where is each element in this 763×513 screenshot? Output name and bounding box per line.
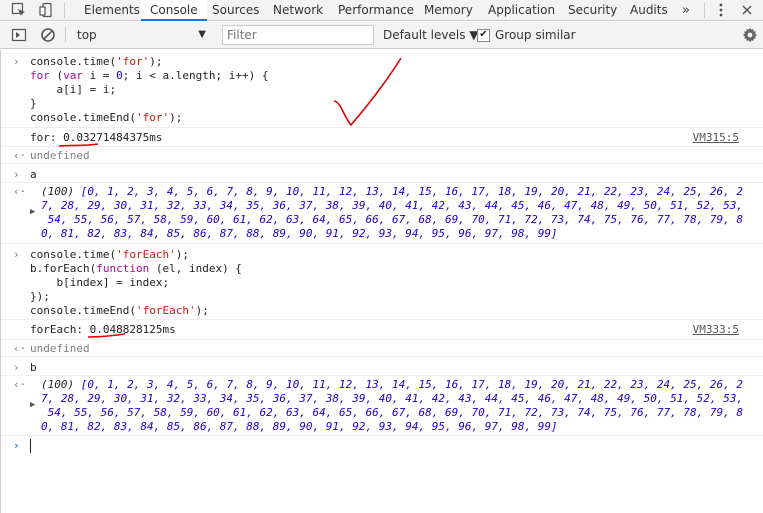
toolbar-divider <box>64 3 65 18</box>
input-prompt-icon: › <box>13 55 20 68</box>
tab-application[interactable]: Application <box>488 0 555 21</box>
return-arrow-icon: ‹· <box>13 149 27 162</box>
code-line: } <box>30 97 37 110</box>
code-line: console.time('forEach'); <box>30 248 189 261</box>
console-input-entry: › a <box>1 164 763 183</box>
tab-elements[interactable]: Elements <box>84 0 140 21</box>
kebab-menu-icon[interactable] <box>712 2 730 18</box>
array-preview-line: 0, 81, 82, 83, 84, 85, 86, 87, 88, 89, 9… <box>41 420 558 433</box>
array-preview-line: 54, 55, 56, 57, 58, 59, 60, 61, 62, 63, … <box>41 406 743 419</box>
console-array-entry[interactable]: ‹· (100) [0, 1, 2, 3, 4, 5, 6, 7, 8, 9, … <box>1 376 763 436</box>
array-count: (100) <box>41 185 75 198</box>
close-icon[interactable] <box>738 2 756 18</box>
code-line: a <box>30 168 37 181</box>
code-line: console.timeEnd('for'); <box>30 111 183 124</box>
text-cursor <box>30 439 31 453</box>
tab-sources[interactable]: Sources <box>212 0 259 21</box>
tab-security[interactable]: Security <box>568 0 617 21</box>
code-line: for (var i = 0; i < a.length; i++) { <box>30 69 269 82</box>
console-prompt[interactable]: › <box>1 436 763 456</box>
toolbar-divider <box>704 3 705 18</box>
devtools-tab-bar: Elements Console Sources Network Perform… <box>0 0 763 21</box>
console-log-entry: for: 0.03271484375ms VM315:5 <box>1 128 763 147</box>
more-tabs-icon[interactable]: » <box>682 0 690 21</box>
code-line: console.timeEnd('forEach'); <box>30 304 209 317</box>
code-line: b <box>30 361 37 374</box>
tab-console[interactable]: Console <box>141 0 207 21</box>
group-similar-label: Group similar <box>495 28 576 42</box>
toolbar-divider <box>65 27 66 42</box>
input-prompt-icon: › <box>13 361 20 374</box>
code-line: }); <box>30 290 50 303</box>
log-message: for: 0.03271484375ms <box>30 131 163 144</box>
context-selector[interactable]: top ▼ <box>72 25 212 45</box>
return-arrow-icon: ‹· <box>13 378 27 391</box>
expand-triangle-icon[interactable]: ▶ <box>30 400 35 410</box>
console-input-entry: › b <box>1 357 763 376</box>
group-similar-checkbox[interactable]: ✔ <box>477 28 490 42</box>
console-input-entry: › console.time('for'); for (var i = 0; i… <box>1 50 763 128</box>
filter-input[interactable] <box>222 25 374 45</box>
expand-triangle-icon[interactable]: ▶ <box>30 207 35 217</box>
tab-performance[interactable]: Performance <box>338 0 414 21</box>
context-label: top <box>77 28 97 42</box>
return-arrow-icon: ‹· <box>13 342 27 355</box>
array-values: [0, 1, 2, 3, 4, 5, 6, 7, 8, 9, 10, 11, 1… <box>80 378 744 391</box>
group-similar-toggle[interactable]: ✔ Group similar <box>477 25 576 45</box>
return-arrow-icon: ‹· <box>13 185 27 198</box>
array-preview-line: 54, 55, 56, 57, 58, 59, 60, 61, 62, 63, … <box>41 213 743 226</box>
console-return-entry: ‹· undefined <box>1 340 763 357</box>
array-values: [0, 1, 2, 3, 4, 5, 6, 7, 8, 9, 10, 11, 1… <box>80 185 744 198</box>
tab-memory[interactable]: Memory <box>424 0 473 21</box>
source-link[interactable]: VM315:5 <box>693 131 739 144</box>
return-value: undefined <box>30 149 90 162</box>
array-preview-line: 7, 28, 29, 30, 31, 32, 33, 34, 35, 36, 3… <box>41 199 743 212</box>
console-array-entry[interactable]: ‹· (100) [0, 1, 2, 3, 4, 5, 6, 7, 8, 9, … <box>1 183 763 244</box>
tab-audits[interactable]: Audits <box>630 0 668 21</box>
tab-network[interactable]: Network <box>273 0 323 21</box>
console-toolbar: top ▼ Default levels ▼ ✔ Group similar <box>0 22 763 49</box>
show-sidebar-icon[interactable] <box>11 27 27 43</box>
code-line: b.forEach(function (el, index) { <box>30 262 242 275</box>
code-line: console.time('for'); <box>30 55 163 68</box>
code-line: b[index] = index; <box>30 276 170 289</box>
dropdown-arrow-icon: ▼ <box>198 29 206 40</box>
console-return-entry: ‹· undefined <box>1 147 763 164</box>
clear-console-icon[interactable] <box>40 27 56 43</box>
device-toolbar-icon[interactable] <box>38 2 56 18</box>
return-value: undefined <box>30 342 90 355</box>
console-input-entry: › console.time('forEach'); b.forEach(fun… <box>1 244 763 320</box>
settings-gear-icon[interactable] <box>742 27 758 43</box>
log-message: forEach: 0.048828125ms <box>30 323 176 336</box>
input-prompt-icon: › <box>13 248 20 261</box>
array-preview-line: (100) [0, 1, 2, 3, 4, 5, 6, 7, 8, 9, 10,… <box>41 185 743 198</box>
array-count: (100) <box>41 378 75 391</box>
inspect-element-icon[interactable] <box>10 2 28 18</box>
source-link[interactable]: VM333:5 <box>693 323 739 336</box>
array-preview-line: 7, 28, 29, 30, 31, 32, 33, 34, 35, 36, 3… <box>41 392 743 405</box>
input-prompt-icon: › <box>13 168 20 181</box>
console-output[interactable]: › console.time('for'); for (var i = 0; i… <box>0 50 763 513</box>
array-preview-line: 0, 81, 82, 83, 84, 85, 86, 87, 88, 89, 9… <box>41 227 558 240</box>
prompt-chevron-icon: › <box>13 439 20 452</box>
console-log-entry: forEach: 0.048828125ms VM333:5 <box>1 320 763 340</box>
array-preview-line: (100) [0, 1, 2, 3, 4, 5, 6, 7, 8, 9, 10,… <box>41 378 743 391</box>
default-levels-dropdown[interactable]: Default levels ▼ <box>383 25 479 45</box>
code-line: a[i] = i; <box>30 83 117 96</box>
